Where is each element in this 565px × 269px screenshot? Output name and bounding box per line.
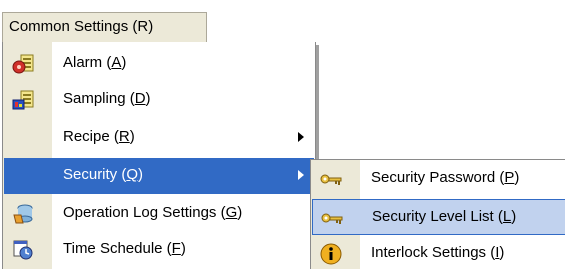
menu-item-security-password[interactable]: Security Password (P) — [312, 161, 565, 197]
sampling-icon — [12, 89, 34, 111]
submenu-arrow-icon — [298, 132, 304, 142]
menu-item-time-schedule[interactable]: Time Schedule (F) — [4, 232, 314, 268]
menu-item-interlock-settings[interactable]: Interlock Settings (I) — [312, 236, 565, 269]
key-icon — [320, 168, 342, 190]
menu-common-settings[interactable]: Common Settings (R) — [2, 12, 207, 42]
menu-item-label: Security Password (P) — [371, 169, 520, 186]
menu-bar: Common Settings (R) — [0, 0, 565, 46]
submenu-arrow-icon — [298, 170, 304, 180]
key-icon — [321, 207, 343, 229]
menu-item-label: Security Level List (L) — [372, 208, 517, 225]
menu-item-label: Recipe (R) — [63, 128, 135, 145]
menu-item-alarm[interactable]: Alarm (A) — [4, 46, 314, 82]
menu-item-security-level-list[interactable]: Security Level List (L) — [312, 199, 565, 235]
time-schedule-icon — [12, 239, 34, 261]
menu-item-label: Time Schedule (F) — [63, 240, 186, 257]
common-settings-dropdown: Alarm (A) Sampling (D) Recipe (R) Securi… — [2, 42, 316, 269]
info-icon — [320, 243, 342, 265]
menu-item-sampling[interactable]: Sampling (D) — [4, 82, 314, 118]
operation-log-icon — [12, 203, 34, 225]
menu-item-operation-log-settings[interactable]: Operation Log Settings (G) — [4, 196, 314, 232]
menu-item-security[interactable]: Security (Q) — [4, 158, 314, 194]
menu-item-recipe[interactable]: Recipe (R) — [4, 120, 314, 156]
security-submenu: Security Password (P) Security Level Lis… — [310, 159, 565, 269]
menu-item-label: Alarm (A) — [63, 54, 127, 71]
menu-item-label: Operation Log Settings (G) — [63, 204, 243, 221]
menu-item-label: Interlock Settings (I) — [371, 244, 505, 261]
alarm-icon — [12, 53, 34, 75]
menu-item-label: Sampling (D) — [63, 90, 151, 107]
menu-item-label: Security (Q) — [63, 166, 144, 183]
